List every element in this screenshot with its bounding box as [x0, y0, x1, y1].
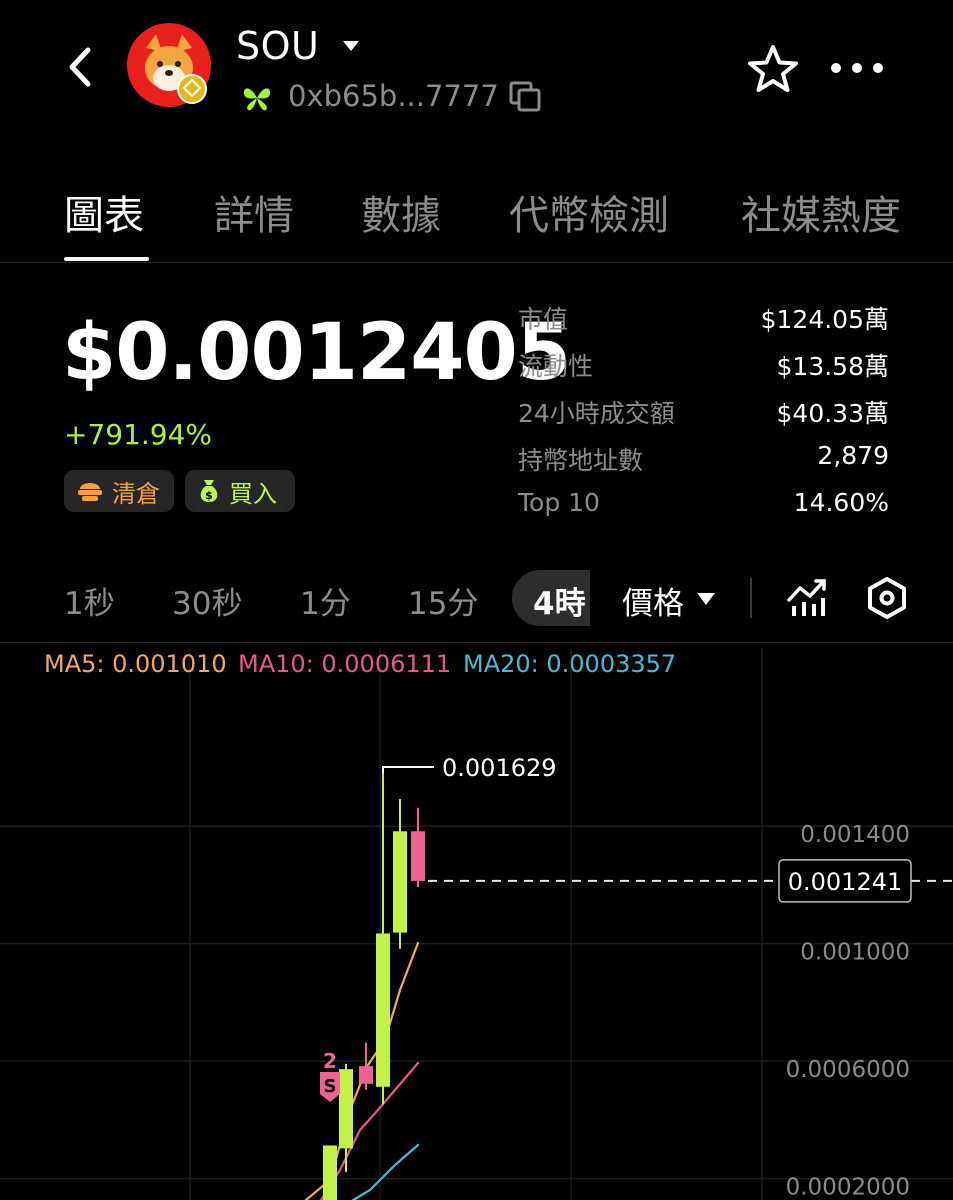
interval-1s[interactable]: 1秒: [64, 578, 115, 623]
sell-marker-label: S: [324, 1076, 337, 1097]
candle-body: [323, 1145, 337, 1200]
candle-body: [359, 1066, 373, 1084]
stat-label-liquidity: 流動性: [518, 352, 594, 381]
chevron-down-icon[interactable]: [342, 40, 360, 52]
stat-label-market-cap: 市值: [518, 305, 569, 334]
token-name[interactable]: SOU: [236, 24, 319, 68]
ma10-legend: MA10: 0.0006111: [238, 650, 452, 678]
current-price-label: 0.001241: [788, 868, 903, 896]
tab-data[interactable]: 數據: [361, 183, 441, 241]
candle-body: [411, 831, 425, 881]
back-arrow-icon[interactable]: [62, 44, 102, 90]
price-chart[interactable]: 0.0002000 0.0006000 0.001000 0.001400 2 S 0.00…: [0, 640, 953, 1200]
tab-chart[interactable]: 圖表: [64, 183, 144, 241]
candle-body: [376, 933, 390, 1087]
ma5-legend: MA5: 0.001010: [44, 650, 227, 678]
interval-30s[interactable]: 30秒: [172, 578, 242, 623]
interval-15m[interactable]: 15分: [408, 578, 478, 623]
metric-selector[interactable]: 價格: [622, 578, 684, 623]
y-tick-label: 0.001000: [800, 940, 910, 966]
interval-1m[interactable]: 1分: [300, 578, 351, 623]
token-avatar: [127, 23, 211, 107]
tabs-divider: [0, 262, 953, 263]
toolbar-divider: [750, 578, 752, 618]
ma20-legend: MA20: 0.0003357: [463, 650, 677, 678]
buy-label: 買入: [229, 479, 277, 508]
more-icon[interactable]: [828, 58, 886, 78]
candle-body: [339, 1069, 353, 1149]
active-tab-indicator: [64, 257, 149, 261]
y-tick-label: 0.0006000: [786, 1057, 910, 1083]
tab-details[interactable]: 詳情: [214, 183, 294, 241]
candle-body: [393, 831, 407, 933]
current-price: $0.0012405: [62, 308, 571, 398]
stat-value-holders: 2,879: [817, 441, 889, 470]
ma20-line: [351, 1143, 420, 1200]
stat-label-holders: 持幣地址數: [518, 446, 644, 475]
y-tick-label: 0.0002000: [786, 1175, 910, 1200]
trade-count: 2: [323, 1049, 337, 1073]
chain-butterfly-icon: [243, 88, 271, 111]
high-price-label: 0.001629: [442, 754, 557, 782]
stat-value-market-cap: $124.05萬: [760, 305, 889, 334]
interval-4h[interactable]: 4時: [533, 578, 586, 623]
high-marker-line: [382, 765, 434, 773]
tab-token-check[interactable]: 代幣檢測: [509, 183, 669, 241]
stat-value-liquidity: $13.58萬: [776, 352, 889, 381]
settings-hexagon-icon[interactable]: [866, 576, 908, 620]
sell-icon: [78, 483, 102, 501]
star-icon[interactable]: [746, 44, 800, 94]
y-tick-label: 0.001400: [800, 822, 910, 848]
price-change: +791.94%: [64, 418, 213, 451]
stat-label-top10: Top 10: [518, 488, 600, 517]
buy-button[interactable]: $ 買入: [185, 470, 295, 512]
tab-social-heat[interactable]: 社媒熱度: [741, 183, 901, 241]
contract-address: 0xb65b...7777: [288, 79, 499, 113]
stat-value-24h-volume: $40.33萬: [776, 399, 889, 428]
copy-icon[interactable]: [508, 80, 542, 112]
stat-value-top10: 14.60%: [793, 488, 889, 517]
indicator-chart-icon[interactable]: [786, 576, 828, 618]
money-bag-icon: $: [200, 480, 218, 502]
svg-text:$: $: [205, 489, 213, 502]
sell-all-button[interactable]: 清倉: [64, 470, 174, 512]
chevron-down-icon[interactable]: [696, 592, 716, 606]
stat-label-24h-volume: 24小時成交額: [518, 399, 675, 428]
sell-all-label: 清倉: [112, 479, 160, 508]
